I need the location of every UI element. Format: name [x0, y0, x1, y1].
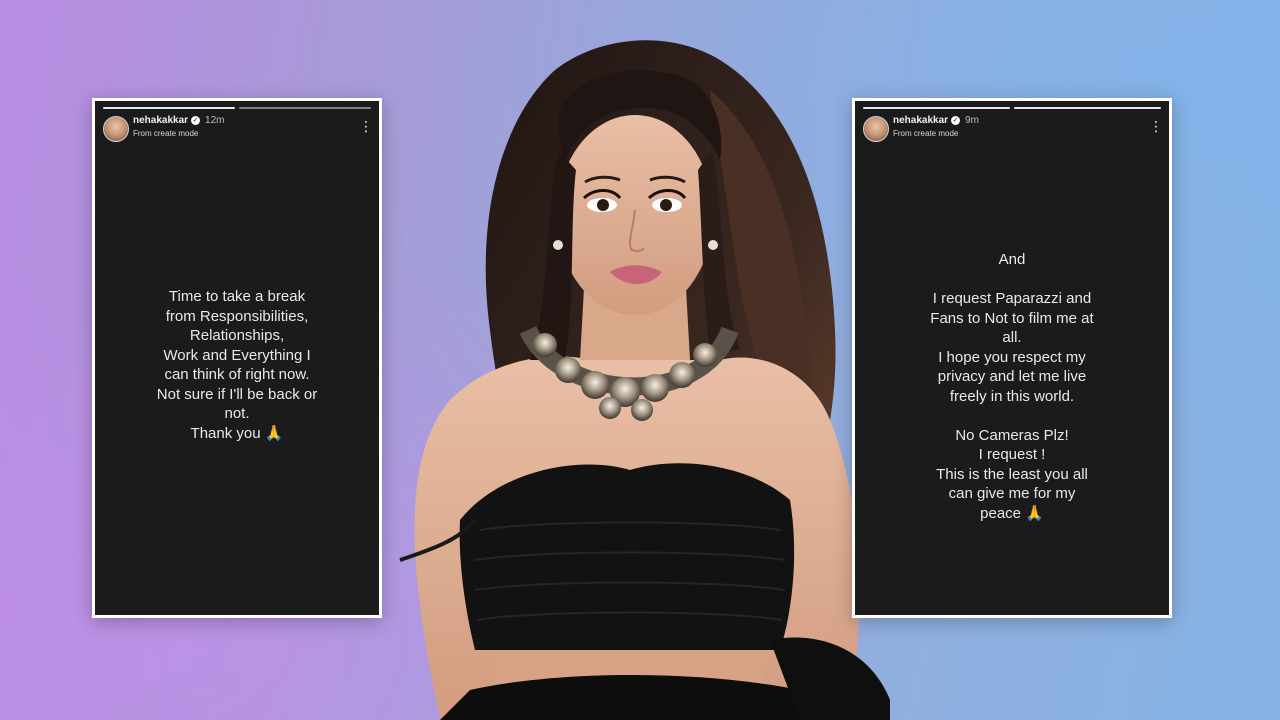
progress-segment — [863, 107, 1010, 109]
story-progress-bar — [863, 107, 1161, 109]
story-header: nehakakkar ✓ 9m From create mode ⋮ — [863, 115, 1163, 145]
story-line: privacy and let me live — [937, 368, 1087, 385]
username-row[interactable]: nehakakkar ✓ 9m — [893, 115, 979, 126]
story-time: 12m — [205, 115, 225, 126]
story-line: can give me for my — [948, 485, 1076, 502]
story-line: I request Paparazzi and — [932, 290, 1092, 307]
story-card-left: nehakakkar ✓ 12m From create mode ⋮ Time t… — [92, 98, 382, 618]
story-header: nehakakkar ✓ 12m From create mode ⋮ — [103, 115, 373, 145]
story-line: And — [998, 251, 1026, 268]
story-text: Time to take a break from Responsibiliti… — [111, 287, 363, 443]
progress-segment — [103, 107, 235, 109]
story-card-right: nehakakkar ✓ 9m From create mode ⋮ And I r… — [852, 98, 1172, 618]
avatar[interactable] — [103, 116, 129, 142]
story-blank-line — [871, 406, 1153, 426]
verified-badge-icon: ✓ — [951, 115, 961, 125]
story-blank-line — [871, 270, 1153, 290]
avatar[interactable] — [863, 116, 889, 142]
more-vertical-icon[interactable]: ⋮ — [1149, 118, 1163, 134]
story-line: I request ! — [978, 446, 1046, 463]
story-progress-bar — [103, 107, 371, 109]
story-subtext: From create mode — [893, 129, 959, 138]
story-time: 9m — [965, 115, 979, 126]
story-subtext: From create mode — [133, 129, 199, 138]
username[interactable]: nehakakkar — [893, 115, 948, 126]
story-line: from Responsibilities, — [165, 307, 309, 325]
progress-segment — [1014, 107, 1161, 109]
story-line: can think of right now. — [164, 366, 310, 383]
story-line: Fans to Not to film me at — [930, 309, 1094, 327]
story-line: not. — [224, 405, 250, 422]
username-row[interactable]: nehakakkar ✓ 12m — [133, 115, 225, 126]
story-line: freely in this world. — [949, 387, 1075, 405]
story-line: This is the least you all — [936, 465, 1088, 483]
story-line: Thank you 🙏 — [190, 424, 284, 442]
progress-segment — [239, 107, 371, 109]
story-line: all. — [1002, 329, 1022, 346]
username[interactable]: nehakakkar — [133, 115, 188, 126]
story-line: Relationships, — [189, 327, 285, 344]
story-text: And I request Paparazzi and Fans to Not … — [871, 250, 1153, 523]
story-line: peace 🙏 — [980, 504, 1044, 522]
portrait-photo — [380, 0, 910, 720]
story-line: No Cameras Plz! — [955, 426, 1069, 444]
story-line: I hope you respect my — [938, 348, 1086, 366]
more-vertical-icon[interactable]: ⋮ — [359, 118, 373, 134]
verified-badge-icon: ✓ — [191, 115, 201, 125]
story-line: Not sure if I'll be back or — [156, 385, 318, 403]
story-line: Work and Everything I — [163, 346, 311, 364]
story-line: Time to take a break — [168, 288, 306, 305]
